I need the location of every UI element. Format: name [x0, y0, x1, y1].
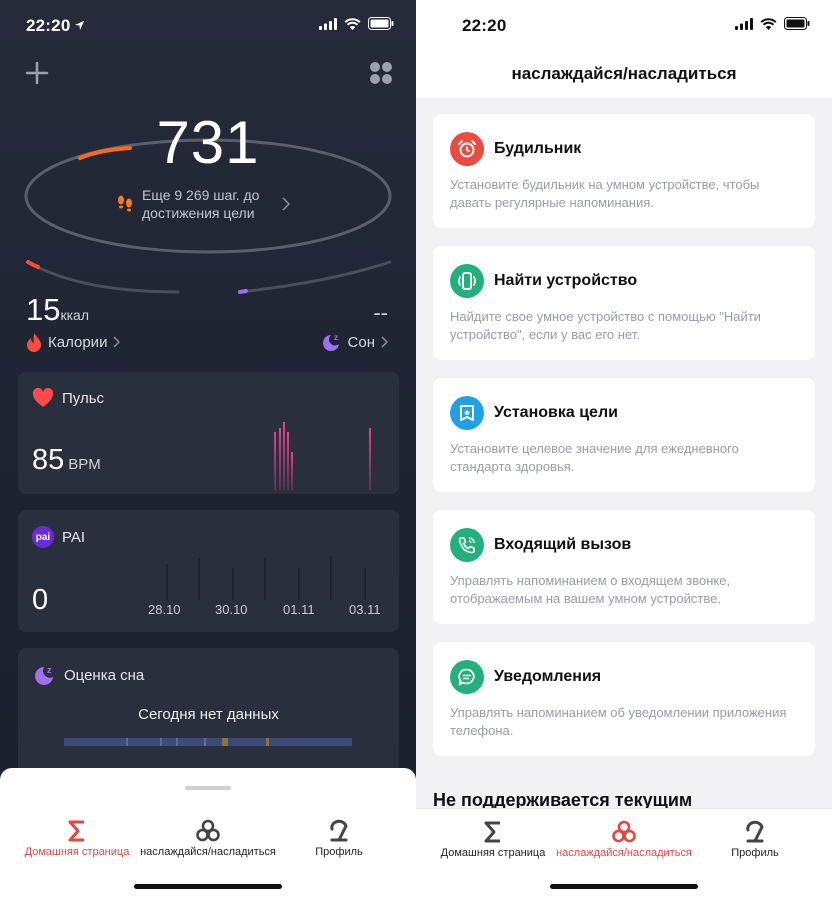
- sleep-score-title: Оценка сна: [64, 666, 145, 684]
- page-title: наслаждайся/насладиться: [416, 52, 832, 98]
- tab-profile-label: Профиль: [731, 847, 779, 859]
- tab-enjoy[interactable]: наслаждайся/насладиться: [139, 818, 277, 858]
- calories-unit: ккал: [60, 307, 89, 323]
- sleep-value: --: [373, 300, 388, 325]
- calories-value: 15: [26, 292, 61, 327]
- alarm-clock-icon: [450, 132, 484, 166]
- status-time: 22:20: [462, 16, 507, 35]
- tab-enjoy-label: наслаждайся/насладиться: [140, 846, 276, 858]
- feature-card-incoming-call[interactable]: Входящий вызов Управлять напоминанием о …: [433, 510, 815, 624]
- feature-card-notifications[interactable]: Уведомления Управлять напоминанием об ув…: [433, 642, 815, 756]
- pulse-title: Пульс: [62, 389, 105, 407]
- tab-enjoy-label: наслаждайся/насладиться: [556, 847, 692, 859]
- tab-home-label: Домашняя страница: [440, 847, 546, 859]
- pai-value: 0: [32, 584, 49, 616]
- profile-icon: [746, 820, 764, 843]
- calories-stat[interactable]: 15ккал Калории: [26, 292, 121, 352]
- steps-goal-link[interactable]: Еще 9 269 шаг. до достижения цели: [116, 186, 306, 222]
- sleep-stat[interactable]: -- z Сон: [320, 300, 388, 352]
- pulse-chart: [274, 422, 371, 490]
- incoming-call-icon: [450, 528, 484, 562]
- tab-profile[interactable]: Профиль: [686, 819, 824, 859]
- sigma-icon: [484, 821, 500, 843]
- pai-icon: pai: [32, 526, 54, 548]
- find-device-icon: [450, 264, 484, 298]
- sleep-timeline: [64, 738, 352, 746]
- home-indicator[interactable]: [134, 884, 282, 889]
- tab-enjoy[interactable]: наслаждайся/насладиться: [555, 819, 693, 859]
- sleep-label: Сон: [347, 333, 375, 351]
- sheet-grab-handle[interactable]: [185, 786, 231, 790]
- feature-description: Установите будильник на умном устройстве…: [450, 177, 760, 210]
- tab-profile-label: Профиль: [315, 846, 363, 858]
- battery-icon: [784, 17, 810, 30]
- footsteps-icon: [118, 195, 132, 212]
- profile-icon: [330, 819, 348, 842]
- enjoy-screen: 22:20 наслаждайся/насладиться Будильник …: [416, 0, 832, 900]
- heart-icon: [32, 388, 54, 407]
- feature-card-find-device[interactable]: Найти устройство Найдите свое умное устр…: [433, 246, 815, 360]
- enjoy-icon: [196, 819, 220, 842]
- moon-icon: z: [35, 665, 53, 685]
- feature-card-goal[interactable]: Установка цели Установите целевое значен…: [433, 378, 815, 492]
- feature-title: Установка цели: [494, 404, 618, 421]
- svg-text:z: z: [47, 665, 52, 675]
- goal-icon: [450, 396, 484, 430]
- tab-home[interactable]: Домашняя страница: [424, 819, 562, 859]
- tab-home[interactable]: Домашняя страница: [8, 818, 146, 858]
- chevron-right-icon: [113, 336, 121, 348]
- cellular-signal-icon: [735, 17, 753, 30]
- feature-card-alarm[interactable]: Будильник Установите будильник на умном …: [433, 114, 815, 228]
- pai-chart-bars: [166, 556, 366, 600]
- pai-date-label: 30.10: [215, 602, 248, 617]
- status-bar: 22:20: [416, 0, 832, 52]
- notification-icon: [450, 660, 484, 694]
- sleep-score-card[interactable]: z Оценка сна Сегодня нет данных: [18, 648, 399, 778]
- pai-date-label: 01.11: [283, 602, 315, 617]
- feature-description: Найдите свое умное устройство с помощью …: [450, 309, 761, 342]
- flame-icon: [27, 333, 41, 352]
- feature-description: Установите целевое значение для ежедневн…: [450, 441, 739, 474]
- home-indicator[interactable]: [550, 884, 698, 889]
- feature-title: Будильник: [494, 140, 582, 157]
- tab-profile[interactable]: Профиль: [270, 818, 408, 858]
- feature-title: Уведомления: [494, 668, 602, 685]
- feature-description: Управлять напоминанием о входящем звонке…: [450, 573, 731, 606]
- sigma-icon: [68, 820, 84, 842]
- wifi-icon: [760, 17, 777, 30]
- pai-date-label: 03.11: [349, 602, 381, 617]
- feature-title: Входящий вызов: [494, 536, 632, 553]
- enjoy-icon: [612, 820, 636, 843]
- feature-description: Управлять напоминанием об уведомлении пр…: [450, 705, 787, 738]
- chevron-right-icon: [282, 197, 290, 211]
- moon-icon: z: [322, 333, 339, 351]
- pai-date-label: 28.10: [148, 602, 181, 617]
- pulse-unit: BPM: [68, 456, 101, 473]
- pai-card[interactable]: pai PAI 0 28.10 30.10 01.11 03.11: [18, 510, 399, 632]
- tab-home-label: Домашняя страница: [24, 846, 130, 858]
- chevron-right-icon: [381, 336, 388, 348]
- steps-count: 731: [156, 109, 260, 176]
- feature-title: Найти устройство: [494, 272, 638, 289]
- pai-title: PAI: [62, 528, 86, 546]
- calories-label: Калории: [48, 333, 108, 351]
- steps-goal-text: Еще 9 269 шаг. до достижения цели: [142, 187, 260, 221]
- pulse-value: 85: [32, 444, 65, 476]
- pulse-card[interactable]: Пульс 85 BPM: [18, 372, 399, 494]
- svg-text:z: z: [334, 333, 338, 342]
- home-screen: 22:20 731 Еще 9 269 шаг. до достижения ц…: [0, 0, 416, 900]
- sleep-no-data-text: Сегодня нет данных: [138, 706, 279, 723]
